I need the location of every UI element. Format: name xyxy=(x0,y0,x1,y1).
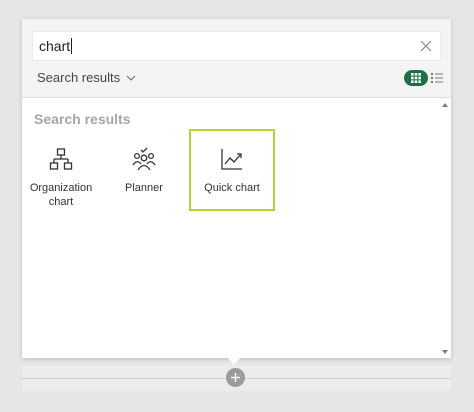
chevron-down-icon xyxy=(126,75,136,81)
tile-label: Organization chart xyxy=(29,182,93,208)
toolbox-header: chart Search results xyxy=(22,19,451,98)
close-icon[interactable] xyxy=(418,38,434,54)
scroll-down-arrow[interactable] xyxy=(442,350,448,354)
tile-label: Quick chart xyxy=(204,182,260,194)
section-title: Search results xyxy=(34,111,131,127)
webpart-tile-planner[interactable]: Planner xyxy=(105,129,183,211)
vertical-scrollbar[interactable] xyxy=(439,99,451,358)
grid-icon xyxy=(411,73,421,83)
results-filter-label: Search results xyxy=(37,70,121,85)
text-caret xyxy=(71,38,73,54)
results-filter-dropdown[interactable]: Search results xyxy=(37,70,136,85)
search-input[interactable]: chart xyxy=(39,38,73,54)
search-input-value: chart xyxy=(39,38,71,54)
webpart-tile-quick-chart[interactable]: Quick chart xyxy=(189,129,275,211)
scroll-up-arrow[interactable] xyxy=(442,103,448,107)
org-chart-icon xyxy=(49,148,73,170)
webpart-tile-organization-chart[interactable]: Organization chart xyxy=(22,129,100,211)
plus-icon xyxy=(231,373,240,382)
panel-pointer xyxy=(227,357,241,365)
planner-icon xyxy=(132,147,156,171)
list-view-icon[interactable] xyxy=(431,72,443,84)
add-webpart-button[interactable] xyxy=(226,368,245,387)
webpart-toolbox-panel: chart Search results Search results Orga… xyxy=(22,19,451,358)
tile-label: Planner xyxy=(125,182,163,194)
line-chart-icon xyxy=(221,149,242,170)
results-area: Search results Organization chart Planne… xyxy=(22,99,451,358)
grid-view-button[interactable] xyxy=(404,70,428,86)
view-toggle xyxy=(404,70,443,86)
search-box[interactable]: chart xyxy=(32,31,441,61)
